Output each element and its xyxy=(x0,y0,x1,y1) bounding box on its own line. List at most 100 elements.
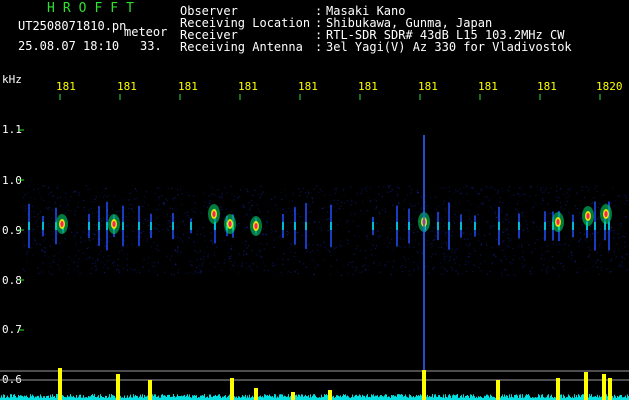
noise-speck xyxy=(370,248,373,251)
noise-speck xyxy=(350,186,352,188)
noise-speck xyxy=(445,255,448,257)
noise-speck xyxy=(406,194,409,196)
noise-trace xyxy=(520,394,521,400)
noise-speck xyxy=(280,192,282,194)
noise-speck xyxy=(425,207,428,209)
noise-speck xyxy=(556,199,558,202)
noise-trace xyxy=(124,395,125,400)
noise-speck xyxy=(293,256,296,258)
noise-speck xyxy=(204,252,206,254)
noise-speck xyxy=(101,240,103,242)
noise-speck xyxy=(592,233,594,235)
noise-speck xyxy=(204,221,206,223)
noise-trace xyxy=(478,396,479,400)
noise-speck xyxy=(309,222,311,224)
noise-speck xyxy=(365,257,367,259)
noise-speck xyxy=(491,208,493,210)
noise-speck xyxy=(306,249,308,251)
noise-trace xyxy=(456,394,457,400)
noise-speck xyxy=(144,218,146,220)
noise-speck xyxy=(282,208,284,211)
noise-speck xyxy=(588,233,590,235)
noise-trace xyxy=(388,396,389,400)
noise-speck xyxy=(444,207,446,209)
noise-speck xyxy=(103,217,105,219)
noise-speck xyxy=(613,232,615,234)
noise-trace xyxy=(452,395,453,400)
noise-speck xyxy=(88,239,90,241)
noise-speck xyxy=(140,232,142,235)
noise-speck xyxy=(401,271,404,273)
noise-speck xyxy=(358,225,360,227)
noise-speck xyxy=(117,258,119,260)
noise-speck xyxy=(542,214,544,216)
noise-speck xyxy=(23,245,25,247)
noise-speck xyxy=(441,203,443,205)
noise-trace xyxy=(522,394,523,400)
noise-speck xyxy=(614,252,616,254)
noise-speck xyxy=(387,246,389,248)
noise-speck xyxy=(410,205,412,207)
noise-trace xyxy=(393,395,394,400)
noise-speck xyxy=(170,273,173,275)
noise-speck xyxy=(260,255,262,257)
noise-speck xyxy=(576,193,578,195)
noise-speck xyxy=(335,210,337,212)
echo-peak xyxy=(556,219,560,225)
noise-trace xyxy=(89,396,90,400)
noise-speck xyxy=(127,258,129,260)
noise-speck xyxy=(507,221,509,224)
noise-trace xyxy=(327,395,328,400)
noise-speck xyxy=(318,192,320,194)
noise-speck xyxy=(549,261,551,263)
noise-trace xyxy=(275,394,276,400)
noise-speck xyxy=(301,234,303,237)
noise-speck xyxy=(213,251,216,253)
noise-speck xyxy=(141,220,143,222)
noise-speck xyxy=(512,259,514,261)
noise-speck xyxy=(80,241,82,243)
noise-speck xyxy=(297,273,299,275)
noise-speck xyxy=(605,237,608,239)
noise-trace xyxy=(50,394,51,400)
noise-trace xyxy=(209,394,210,400)
noise-speck xyxy=(194,202,196,204)
noise-speck xyxy=(230,268,232,271)
noise-trace xyxy=(26,395,27,400)
noise-speck xyxy=(263,248,265,250)
noise-speck xyxy=(451,269,454,271)
noise-speck xyxy=(270,229,272,231)
noise-speck xyxy=(145,271,147,273)
noise-speck xyxy=(47,207,49,209)
noise-speck xyxy=(515,208,517,210)
noise-speck xyxy=(556,185,558,187)
noise-speck xyxy=(33,211,35,213)
noise-speck xyxy=(313,220,315,223)
noise-trace xyxy=(336,395,337,400)
noise-speck xyxy=(113,195,115,197)
noise-speck xyxy=(67,209,69,211)
noise-speck xyxy=(521,263,523,265)
noise-speck xyxy=(490,225,492,227)
noise-trace xyxy=(346,396,347,400)
noise-speck xyxy=(431,230,433,232)
noise-trace xyxy=(374,396,375,400)
noise-speck xyxy=(426,244,428,247)
noise-speck xyxy=(548,225,551,227)
noise-speck xyxy=(202,227,204,229)
noise-speck xyxy=(195,207,197,209)
noise-trace xyxy=(343,394,344,400)
noise-speck xyxy=(59,269,61,271)
noise-speck xyxy=(139,271,141,273)
noise-speck xyxy=(447,200,449,202)
noise-speck xyxy=(473,248,475,250)
noise-speck xyxy=(177,247,179,249)
noise-speck xyxy=(459,264,461,266)
noise-speck xyxy=(317,249,319,251)
noise-speck xyxy=(366,235,368,237)
noise-trace xyxy=(347,395,348,400)
noise-speck xyxy=(346,221,348,224)
noise-speck xyxy=(94,262,96,264)
noise-trace xyxy=(83,395,84,400)
noise-speck xyxy=(347,243,349,245)
